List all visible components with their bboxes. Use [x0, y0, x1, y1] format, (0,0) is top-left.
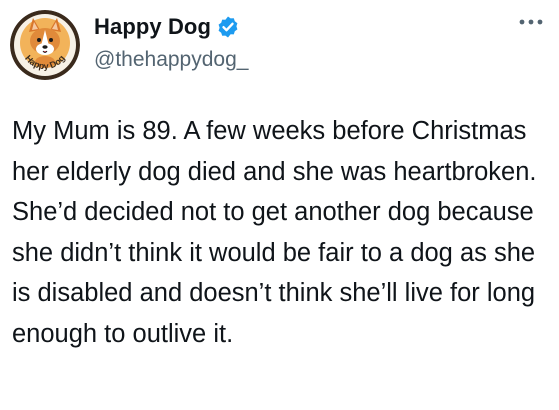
name-row: Happy Dog: [94, 12, 248, 42]
more-options-icon: [519, 19, 543, 25]
avatar[interactable]: Happy Dog: [10, 10, 80, 80]
verified-badge-icon: [216, 15, 240, 39]
more-options-button[interactable]: [515, 8, 547, 36]
tweet-header: Happy Dog @thehappydog_: [94, 12, 248, 74]
corgi-logo-icon: Happy Dog: [10, 10, 80, 80]
tweet-card: Happy Dog Happy Dog @thehappydog_ My Mum…: [0, 0, 559, 410]
tweet-text: My Mum is 89. A few weeks before Christm…: [12, 117, 537, 348]
user-handle[interactable]: @thehappydog_: [94, 48, 248, 74]
display-name[interactable]: Happy Dog: [94, 14, 211, 40]
